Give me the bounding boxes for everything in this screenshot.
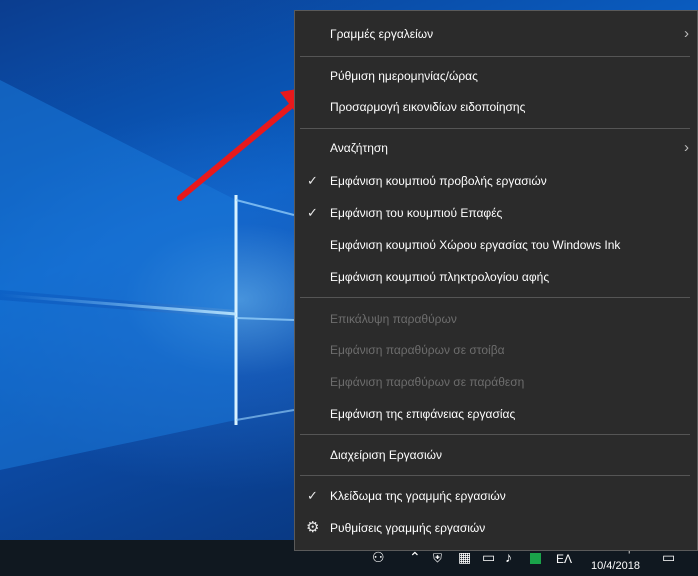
menu-item-label: Εμφάνιση κουμπιού Χώρου εργασίας του Win… [330,238,621,252]
device-icon[interactable]: ▭ [482,550,495,564]
menu-item-label: Ρυθμίσεις γραμμής εργασιών [330,521,486,535]
clock-date[interactable]: 10/4/2018 [591,560,640,572]
menu-item-adjust-date-time[interactable]: Ρύθμιση ημερομηνίας/ώρας [295,61,697,91]
chevron-up-icon[interactable]: ⌃ [409,550,421,564]
people-icon[interactable]: ⚇ [372,550,385,564]
checkmark-icon: ✓ [307,488,318,503]
menu-item-task-manager[interactable]: Διαχείριση Εργασιών [295,440,697,470]
menu-separator [300,128,690,129]
menu-item-label: Εμφάνιση κουμπιού προβολής εργασιών [330,174,547,188]
menu-item-label: Κλείδωμα της γραμμής εργασιών [330,489,506,503]
menu-separator [300,297,690,298]
menu-item-toolbars[interactable]: Γραμμές εργαλείων › [295,19,697,49]
notification-icon[interactable]: ▭ [662,550,675,564]
menu-item-taskbar-settings[interactable]: ⚙ Ρυθμίσεις γραμμής εργασιών [295,513,697,543]
menu-item-show-windows-stacked: Εμφάνιση παραθύρων σε στοίβα [295,335,697,365]
taskbar-context-menu: Γραμμές εργαλείων › Ρύθμιση ημερομηνίας/… [294,10,698,551]
menu-item-cascade-windows: Επικάλυψη παραθύρων [295,304,697,334]
menu-item-label: Εμφάνιση κουμπιού πληκτρολογίου αφής [330,270,550,284]
network-icon[interactable]: ▦ [458,550,471,564]
menu-separator [300,475,690,476]
menu-item-show-touch-keyboard-button[interactable]: Εμφάνιση κουμπιού πληκτρολογίου αφής [295,262,697,292]
checkmark-icon: ✓ [307,173,318,188]
menu-item-show-task-view-button[interactable]: ✓ Εμφάνιση κουμπιού προβολής εργασιών [295,166,697,196]
chevron-right-icon: › [684,139,689,156]
menu-item-show-desktop[interactable]: Εμφάνιση της επιφάνειας εργασίας [295,399,697,429]
menu-item-label: Αναζήτηση [330,141,388,155]
menu-item-label: Διαχείριση Εργασιών [330,448,443,462]
menu-item-label: Εμφάνιση παραθύρων σε στοίβα [330,343,505,357]
menu-item-label: Εμφάνιση της επιφάνειας εργασίας [330,407,516,421]
menu-separator [300,434,690,435]
menu-item-label: Εμφάνιση του κουμπιού Επαφές [330,206,503,220]
language-indicator[interactable]: ΕΛ [556,552,572,566]
menu-separator [300,56,690,57]
menu-item-search[interactable]: Αναζήτηση › [295,133,697,163]
menu-item-lock-taskbar[interactable]: ✓ Κλείδωμα της γραμμής εργασιών [295,481,697,511]
menu-item-show-windows-ink-button[interactable]: Εμφάνιση κουμπιού Χώρου εργασίας του Win… [295,230,697,260]
menu-item-label: Επικάλυψη παραθύρων [330,312,457,326]
volume-icon[interactable]: ♪ [505,550,512,564]
security-icon[interactable]: ⛨ [433,551,442,565]
menu-item-show-windows-side-by-side: Εμφάνιση παραθύρων σε παράθεση [295,367,697,397]
gear-icon: ⚙ [306,519,320,536]
menu-item-customize-notification-icons[interactable]: Προσαρμογή εικονιδίων ειδοποίησης [295,92,697,122]
menu-item-show-people-button[interactable]: ✓ Εμφάνιση του κουμπιού Επαφές [295,198,697,228]
menu-item-label: Εμφάνιση παραθύρων σε παράθεση [330,375,525,389]
menu-item-label: Γραμμές εργαλείων [330,27,434,41]
menu-item-label: Προσαρμογή εικονιδίων ειδοποίησης [330,100,526,114]
checkmark-icon: ✓ [307,205,318,220]
app-tray-icon[interactable] [530,553,541,564]
menu-item-label: Ρύθμιση ημερομηνίας/ώρας [330,69,478,83]
chevron-right-icon: › [684,25,689,42]
